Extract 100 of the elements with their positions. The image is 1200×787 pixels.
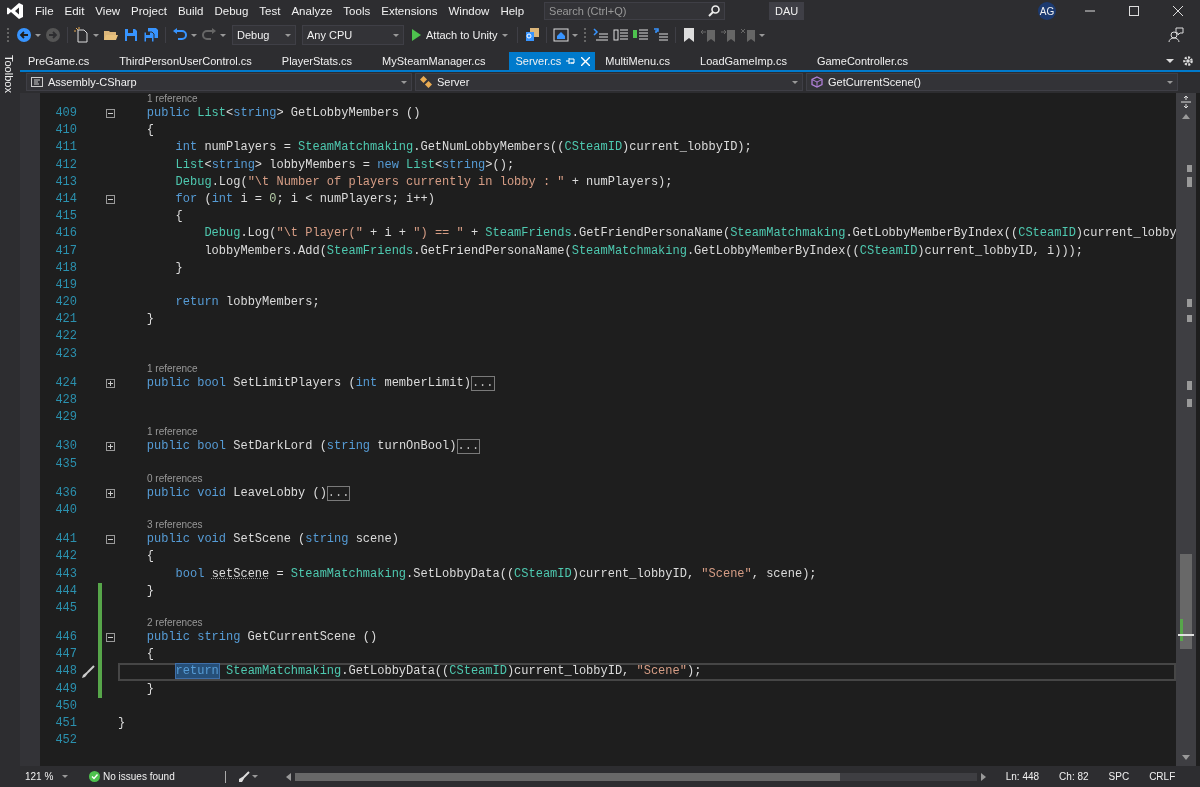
expand-icon[interactable] (105, 378, 115, 388)
save-icon[interactable] (123, 27, 139, 43)
caret-icon[interactable] (1166, 59, 1174, 63)
code-line: bool setScene = SteamMatchmaking.SetLobbyData((CSteamID)current_lobbyID, "Scene", scene); (174, 565, 817, 583)
line-ending[interactable]: CRLF (1149, 771, 1176, 782)
start-button[interactable]: Attach to Unity (408, 29, 511, 41)
collapsed-code-button[interactable]: ... (326, 485, 351, 501)
document-tab[interactable]: ThirdPersonUserControl.cs (113, 52, 276, 70)
cursor-column[interactable]: Ch: 82 (1059, 771, 1089, 782)
menu-item[interactable]: Debug (209, 1, 255, 21)
zoom-dropdown[interactable]: 121 % (25, 771, 71, 782)
caret-icon[interactable] (1167, 80, 1173, 84)
scroll-thumb[interactable] (1180, 554, 1192, 649)
code-cleanup-button[interactable] (237, 770, 258, 783)
member-dropdown[interactable]: GetCurrentScene() (806, 73, 1178, 91)
reference-count-link[interactable]: 0 references (118, 472, 203, 485)
document-tab[interactable]: LoadGameImp.cs (694, 52, 811, 70)
toolbar-grip-icon[interactable] (7, 27, 10, 43)
search-field[interactable]: Search (Ctrl+Q) (544, 2, 726, 20)
caret-icon[interactable] (35, 33, 41, 37)
play-icon[interactable] (411, 29, 421, 41)
menu-item[interactable]: Project (126, 1, 173, 21)
document-tab[interactable]: PlayerStats.cs (275, 52, 377, 70)
scroll-thumb[interactable] (294, 772, 841, 781)
collapsed-code-button[interactable]: ... (456, 439, 481, 455)
configuration-dropdown[interactable]: Debug (232, 25, 296, 45)
caret-icon[interactable] (251, 775, 258, 778)
menu-item[interactable]: Window (443, 1, 496, 21)
caret-icon[interactable] (758, 33, 765, 37)
menu-item[interactable]: Build (172, 1, 210, 21)
document-search-icon[interactable] (523, 27, 540, 43)
scroll-down-icon[interactable] (1182, 755, 1190, 760)
horizontal-scrollbar[interactable] (285, 772, 986, 781)
outdent-icon[interactable] (612, 27, 629, 43)
feedback-icon[interactable] (1168, 27, 1184, 43)
collapsed-code-button[interactable]: ... (470, 375, 495, 391)
document-tab[interactable]: MultiMenu.cs (599, 52, 695, 70)
collapse-icon[interactable] (105, 633, 115, 643)
collapse-icon[interactable] (105, 109, 115, 119)
reference-count-link[interactable]: 1 reference (118, 426, 198, 439)
settings-icon[interactable] (1182, 55, 1194, 67)
scroll-left-icon[interactable] (285, 772, 291, 781)
menu-item[interactable]: Test (254, 1, 287, 21)
menu-item[interactable]: File (30, 1, 60, 21)
reference-count-link[interactable]: 3 references (118, 519, 203, 532)
undo-icon[interactable] (172, 27, 188, 43)
document-tab[interactable]: Server.cs (509, 52, 596, 70)
project-dropdown[interactable]: Assembly-CSharp (26, 73, 412, 91)
platform-dropdown[interactable]: Any CPU (302, 25, 404, 45)
expand-icon[interactable] (105, 442, 115, 452)
comment-lines-icon[interactable] (632, 27, 649, 43)
caret-icon[interactable] (571, 33, 578, 37)
next-bookmark-icon[interactable] (719, 27, 736, 43)
document-tab[interactable]: MySteamManager.cs (376, 52, 510, 70)
scroll-right-icon[interactable] (980, 772, 986, 781)
search-icon[interactable] (708, 5, 721, 17)
document-tab[interactable]: GameController.cs (810, 52, 932, 70)
brush-icon[interactable] (80, 665, 95, 680)
caret-icon[interactable] (393, 33, 399, 37)
issues-indicator[interactable]: No issues found (89, 771, 175, 782)
bookmark-icon[interactable] (681, 27, 696, 43)
vertical-scrollbar[interactable] (1176, 93, 1196, 766)
menu-item[interactable]: Tools (338, 1, 377, 21)
save-all-icon[interactable] (143, 27, 159, 43)
redo-icon[interactable] (201, 27, 217, 43)
document-tab[interactable]: PreGame.cs (22, 52, 114, 70)
toolbar-grip-icon[interactable] (583, 27, 587, 43)
type-dropdown[interactable]: Server (415, 73, 803, 91)
caret-icon[interactable] (93, 33, 99, 37)
collapse-icon[interactable] (105, 535, 115, 545)
toolbox-tab[interactable]: Toolbox (0, 52, 18, 96)
caret-icon[interactable] (285, 33, 291, 37)
scroll-up-icon[interactable] (1182, 114, 1190, 119)
caret-icon[interactable] (191, 33, 197, 37)
collapse-icon[interactable] (105, 195, 115, 205)
caret-icon[interactable] (401, 80, 407, 84)
menu-item[interactable]: Analyze (286, 1, 339, 21)
reference-count-link[interactable]: 2 references (118, 617, 203, 630)
expand-icon[interactable] (105, 488, 115, 498)
caret-icon[interactable] (792, 80, 798, 84)
menu-item[interactable]: View (90, 1, 127, 21)
close-icon[interactable] (581, 56, 591, 66)
uncomment-lines-icon[interactable] (652, 27, 669, 43)
indent-icon[interactable] (592, 27, 609, 43)
caret-icon[interactable] (220, 33, 226, 37)
menu-item[interactable]: Edit (59, 1, 91, 21)
indent-mode[interactable]: SPC (1108, 771, 1130, 782)
clear-bookmark-icon[interactable] (739, 27, 756, 43)
caret-icon[interactable] (501, 33, 508, 37)
caret-icon[interactable] (62, 775, 69, 778)
cursor-line[interactable]: Ln: 448 (1005, 771, 1040, 782)
menu-item[interactable]: Extensions (376, 1, 444, 21)
account-avatar[interactable]: AG (1038, 2, 1056, 20)
new-file-icon[interactable] (74, 27, 90, 43)
split-window-icon[interactable] (1180, 96, 1192, 108)
menu-item[interactable]: Help (495, 1, 531, 21)
reference-count-link[interactable]: 1 reference (118, 93, 198, 105)
pin-icon[interactable] (566, 57, 577, 65)
window-home-icon[interactable] (552, 27, 569, 43)
reference-count-link[interactable]: 1 reference (118, 362, 198, 375)
